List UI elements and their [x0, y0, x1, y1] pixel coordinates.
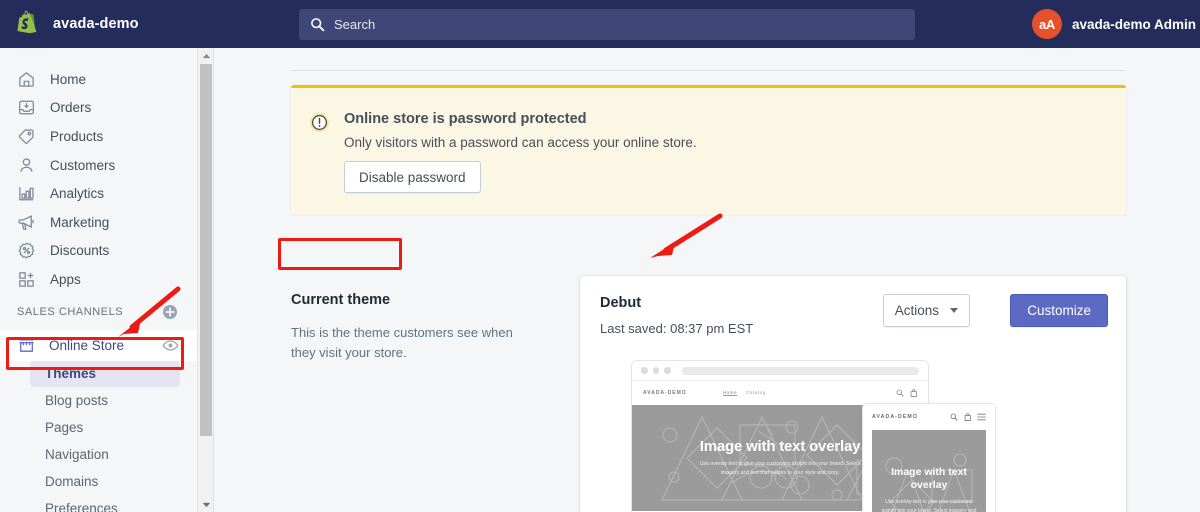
- sidebar-item-label: Products: [50, 128, 104, 144]
- analytics-bar-chart-icon: [17, 184, 36, 203]
- chevron-down-icon: [950, 308, 958, 313]
- user-name-label: avada-demo Admin: [1071, 16, 1196, 32]
- online-store-label: Online Store: [49, 337, 125, 353]
- shopify-bag-icon: [16, 10, 42, 38]
- home-icon: [17, 70, 36, 89]
- sidebar-subitem-label: Blog posts: [45, 392, 109, 408]
- main-content: Online store is password protected Only …: [215, 48, 1200, 512]
- preview-nav-catalog: Catalog: [746, 390, 766, 395]
- sidebar-subitem-blog-posts[interactable]: Blog posts: [0, 387, 197, 414]
- top-bar: avada-demo Search aA avada-demo Admin: [0, 0, 1200, 48]
- mobile-hero-subtitle: Use overlay text to give your customers …: [881, 499, 977, 512]
- avatar: aA: [1031, 9, 1062, 39]
- sidebar-item-products[interactable]: Products: [0, 122, 197, 151]
- preview-nav-home: Home: [722, 390, 738, 396]
- sales-channels-header: SALES CHANNELS: [0, 294, 197, 330]
- theme-name-label: Debut: [600, 295, 642, 311]
- sidebar-item-customers[interactable]: Customers: [0, 151, 197, 180]
- actions-button-label: Actions: [894, 303, 939, 318]
- storefront-icon: [17, 336, 36, 355]
- top-divider: [290, 70, 1126, 71]
- sidebar-item-label: Orders: [50, 100, 92, 116]
- customize-button[interactable]: Customize: [1010, 294, 1108, 327]
- cart-icon: [964, 413, 971, 421]
- sidebar-subitem-preferences[interactable]: Preferences: [0, 495, 197, 512]
- sidebar-subitem-navigation[interactable]: Navigation: [0, 441, 197, 468]
- theme-last-saved-label: Last saved: 08:37 pm EST: [600, 321, 754, 336]
- preview-hero-title: Image with text overlay: [699, 437, 861, 455]
- search-input[interactable]: Search: [299, 9, 915, 40]
- password-protected-banner: Online store is password protected Only …: [291, 85, 1126, 215]
- cart-icon: [910, 389, 917, 397]
- theme-card: Debut Last saved: 08:37 pm EST Actions C…: [580, 276, 1126, 512]
- preview-store-logo: AVADA-DEMO: [643, 390, 687, 396]
- mobile-hero-title: Image with text overlay: [891, 465, 967, 491]
- sidebar-item-analytics[interactable]: Analytics: [0, 179, 197, 208]
- sidebar-item-label: Home: [50, 71, 87, 87]
- sidebar-item-marketing[interactable]: Marketing: [0, 208, 197, 237]
- banner-title: Online store is password protected: [344, 111, 587, 127]
- mobile-preview-hero: Image with text overlay Use overlay text…: [872, 430, 986, 512]
- current-theme-heading: Current theme: [291, 292, 391, 308]
- scrollbar-thumb[interactable]: [200, 64, 212, 436]
- sidebar-subitem-pages[interactable]: Pages: [0, 414, 197, 441]
- sidebar-scrollbar[interactable]: [198, 48, 214, 512]
- sidebar-subitem-themes[interactable]: Themes: [30, 360, 180, 387]
- sidebar-subitem-label: Pages: [45, 419, 84, 435]
- shopify-admin-screen: avada-demo Search aA avada-demo Admin Ho…: [0, 0, 1200, 512]
- sidebar-item-label: Analytics: [50, 186, 105, 202]
- search-icon: [310, 17, 325, 32]
- mobile-store-logo: AVADA-DEMO: [872, 414, 918, 420]
- scroll-down-arrow-icon[interactable]: [198, 497, 214, 512]
- sidebar-subitem-domains[interactable]: Domains: [0, 468, 197, 495]
- preview-site-nav: Home Catalog: [722, 390, 766, 396]
- browser-dots-icon: [632, 361, 928, 381]
- mobile-header-icons: [950, 413, 987, 422]
- sidebar-subitem-label: Navigation: [45, 446, 109, 462]
- user-menu[interactable]: aA avada-demo Admin: [1031, 0, 1200, 48]
- store-brand[interactable]: avada-demo: [0, 0, 218, 48]
- sidebar-item-discounts[interactable]: Discounts: [0, 237, 197, 266]
- preview-site-icons: [896, 389, 918, 398]
- sidebar-item-orders[interactable]: Orders: [0, 94, 197, 123]
- hamburger-menu-icon: [977, 413, 986, 421]
- search-icon: [896, 389, 903, 397]
- sidebar-item-label: Discounts: [50, 243, 110, 259]
- marketing-megaphone-icon: [17, 213, 36, 232]
- theme-mobile-preview[interactable]: AVADA-DEMO Image with text overlay Use o…: [863, 404, 995, 512]
- sidebar-item-apps[interactable]: Apps: [0, 265, 197, 294]
- apps-grid-icon: [17, 270, 36, 289]
- store-name-label: avada-demo: [53, 16, 139, 32]
- orders-inbox-icon: [17, 98, 36, 117]
- sidebar-item-home[interactable]: Home: [0, 65, 197, 94]
- plus-circle-icon[interactable]: [162, 304, 178, 320]
- discounts-percent-icon: [17, 241, 36, 260]
- disable-password-button[interactable]: Disable password: [344, 161, 481, 193]
- banner-subtitle: Only visitors with a password can access…: [344, 135, 697, 150]
- sidebar-item-label: Apps: [50, 271, 81, 287]
- sidebar: Home Orders Products Customers Analytics…: [0, 48, 198, 512]
- search-placeholder: Search: [334, 17, 376, 32]
- sales-channels-title: SALES CHANNELS: [17, 305, 124, 318]
- preview-site-header: AVADA-DEMO Home Catalog: [632, 381, 928, 405]
- product-tag-icon: [17, 127, 36, 146]
- customer-person-icon: [17, 156, 36, 175]
- warning-exclamation-icon: [309, 112, 330, 133]
- preview-hero-subtitle: Use overlay text to give your customers …: [699, 460, 861, 476]
- search-icon: [950, 413, 957, 421]
- current-theme-description: This is the theme customers see when the…: [291, 325, 513, 361]
- scroll-up-arrow-icon[interactable]: [198, 48, 214, 63]
- sidebar-item-label: Customers: [50, 157, 116, 173]
- mobile-preview-header: AVADA-DEMO: [863, 404, 995, 430]
- sidebar-subitem-label: Domains: [45, 473, 99, 489]
- sidebar-item-online-store[interactable]: Online Store: [0, 329, 197, 361]
- actions-button[interactable]: Actions: [882, 294, 970, 327]
- sidebar-subitem-label: Themes: [45, 366, 97, 382]
- sidebar-item-label: Marketing: [50, 214, 110, 230]
- sidebar-subitem-label: Preferences: [45, 500, 118, 512]
- eye-icon[interactable]: [162, 339, 179, 352]
